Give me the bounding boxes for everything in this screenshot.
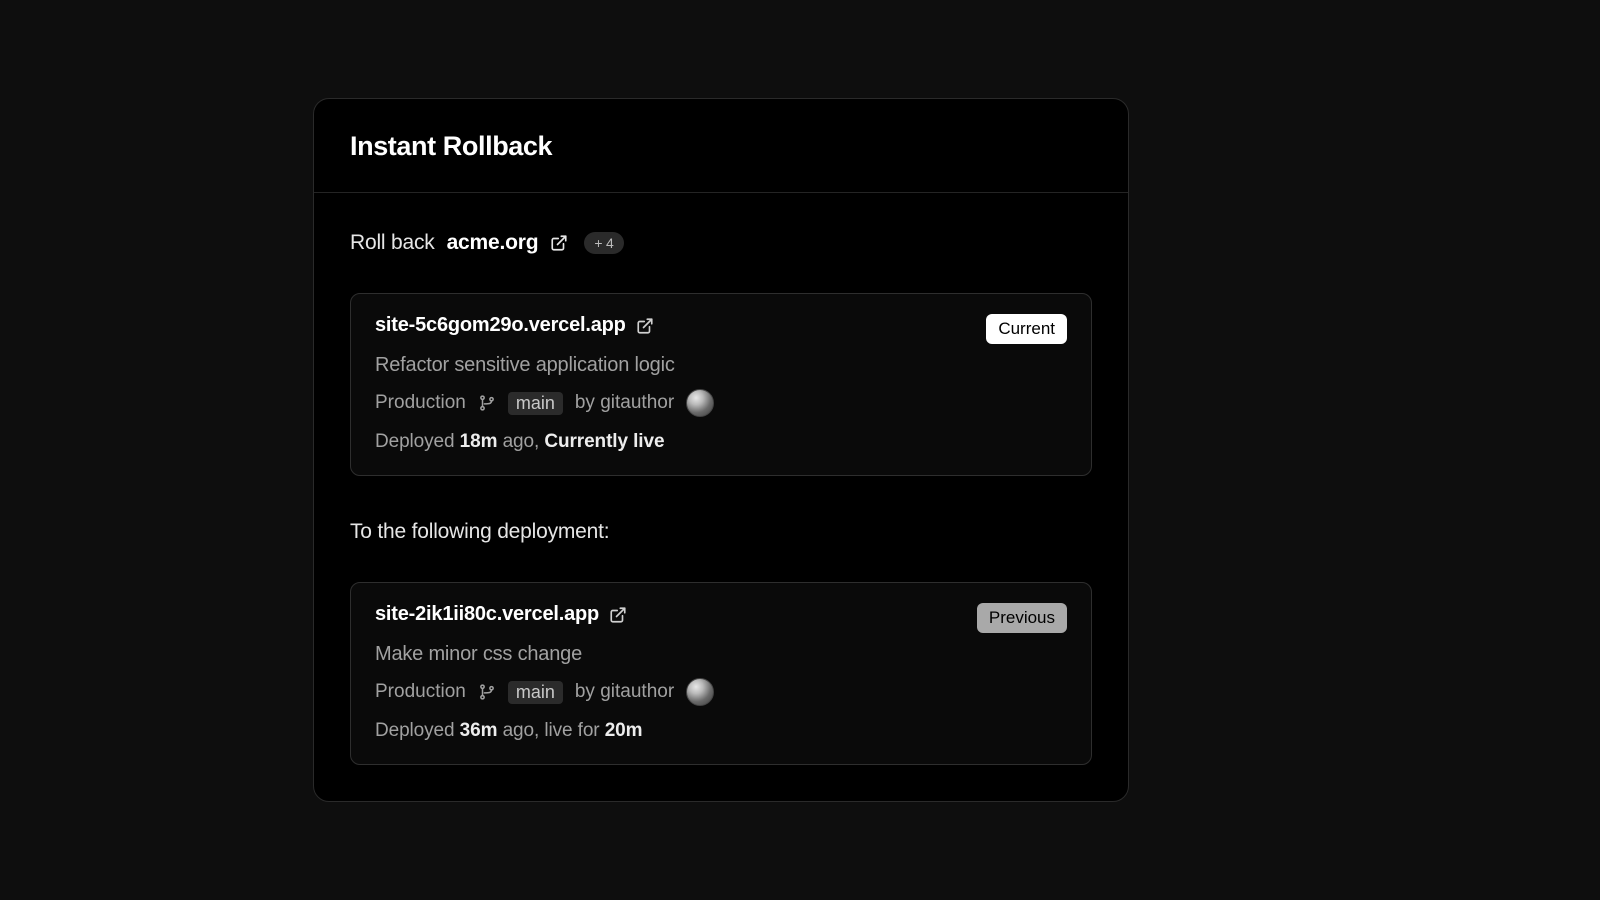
author-avatar <box>686 678 714 706</box>
deploy-status-line: Deployed 18m ago, Currently live <box>375 431 1067 453</box>
external-link-icon[interactable] <box>609 606 627 624</box>
branch-name: main <box>508 681 563 704</box>
meta-row: Production main by gitauthor <box>375 389 1067 417</box>
author-name: gitauthor <box>600 681 674 702</box>
author-line: by gitauthor <box>575 392 674 414</box>
target-section-label: To the following deployment: <box>350 520 1092 544</box>
git-branch-icon <box>478 683 496 701</box>
author-name: gitauthor <box>600 392 674 413</box>
current-deployment-card: site-5c6gom29o.vercel.app Current Refact… <box>350 293 1092 476</box>
author-avatar <box>686 389 714 417</box>
card-head: site-2ik1ii80c.vercel.app Previous <box>375 603 1067 633</box>
live-duration: 20m <box>605 720 643 741</box>
environment-label: Production <box>375 681 466 703</box>
environment-label: Production <box>375 392 466 414</box>
commit-message: Refactor sensitive application logic <box>375 354 1067 377</box>
external-link-icon[interactable] <box>550 234 568 252</box>
commit-message: Make minor css change <box>375 643 1067 666</box>
deployed-mid: ago, live for <box>503 720 600 741</box>
live-status: Currently live <box>544 431 664 452</box>
status-badge-previous: Previous <box>977 603 1067 633</box>
dialog-header: Instant Rollback <box>314 99 1128 193</box>
meta-row: Production main by gitauthor <box>375 678 1067 706</box>
deployed-age: 36m <box>460 720 498 741</box>
author-prefix: by <box>575 681 595 702</box>
dialog-body: Roll back acme.org + 4 site-5c6gom29o.ve… <box>314 193 1128 801</box>
author-line: by gitauthor <box>575 681 674 703</box>
deployment-url[interactable]: site-5c6gom29o.vercel.app <box>375 314 626 337</box>
rollback-prefix: Roll back <box>350 231 435 255</box>
deployed-age: 18m <box>460 431 498 452</box>
rollback-dialog: Instant Rollback Roll back acme.org + 4 … <box>313 98 1129 802</box>
rollback-target-line: Roll back acme.org + 4 <box>350 231 1092 255</box>
card-head: site-5c6gom29o.vercel.app Current <box>375 314 1067 344</box>
card-url-row: site-5c6gom29o.vercel.app <box>375 314 654 337</box>
extra-domains-badge[interactable]: + 4 <box>584 232 623 254</box>
deployed-prefix: Deployed <box>375 431 454 452</box>
git-branch-icon <box>478 394 496 412</box>
rollback-domain[interactable]: acme.org <box>447 231 539 255</box>
author-prefix: by <box>575 392 595 413</box>
deployed-suffix: ago, <box>503 431 540 452</box>
deployment-url[interactable]: site-2ik1ii80c.vercel.app <box>375 603 599 626</box>
branch-name: main <box>508 392 563 415</box>
deployed-prefix: Deployed <box>375 720 454 741</box>
previous-deployment-card[interactable]: site-2ik1ii80c.vercel.app Previous Make … <box>350 582 1092 765</box>
card-url-row: site-2ik1ii80c.vercel.app <box>375 603 627 626</box>
dialog-title: Instant Rollback <box>350 131 1092 162</box>
deploy-status-line: Deployed 36m ago, live for 20m <box>375 720 1067 742</box>
external-link-icon[interactable] <box>636 317 654 335</box>
status-badge-current: Current <box>986 314 1067 344</box>
